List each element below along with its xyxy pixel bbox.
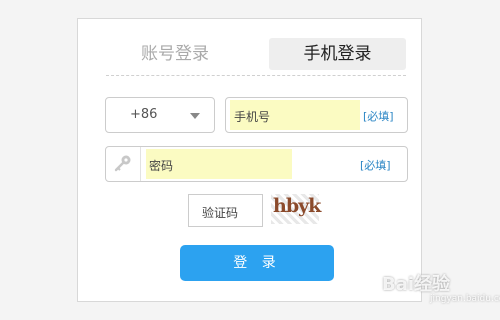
watermark-logo: Bai经验 [382, 270, 450, 296]
key-icon [106, 147, 141, 181]
watermark-brand: Bai经验 [382, 274, 451, 295]
password-placeholder: 密码 [149, 159, 174, 173]
tab-divider [106, 75, 406, 76]
captcha-placeholder: 验证码 [202, 206, 239, 220]
caret-down-icon [190, 113, 200, 119]
captcha-input[interactable]: 验证码 [188, 194, 263, 227]
login-card: 账号登录 手机登录 +86 手机号 [必填] 密码 [必填] 验证码 hbyk … [77, 18, 422, 302]
country-code-select[interactable]: +86 [105, 97, 215, 133]
tab-mobile-login[interactable]: 手机登录 [269, 38, 406, 70]
captcha-image-text: hbyk [273, 195, 321, 217]
password-required-label: [必填] [360, 159, 391, 172]
password-input[interactable]: 密码 [必填] [105, 146, 408, 182]
country-code-value: +86 [130, 107, 158, 122]
login-button[interactable]: 登 录 [180, 245, 334, 281]
phone-required-label: [必填] [363, 110, 394, 123]
tab-account-login[interactable]: 账号登录 [105, 38, 245, 70]
phone-input[interactable]: 手机号 [必填] [225, 97, 408, 133]
captcha-image[interactable]: hbyk [271, 194, 321, 224]
watermark-url: jingyan.baidu.com [430, 294, 500, 304]
phone-placeholder: 手机号 [234, 110, 271, 124]
